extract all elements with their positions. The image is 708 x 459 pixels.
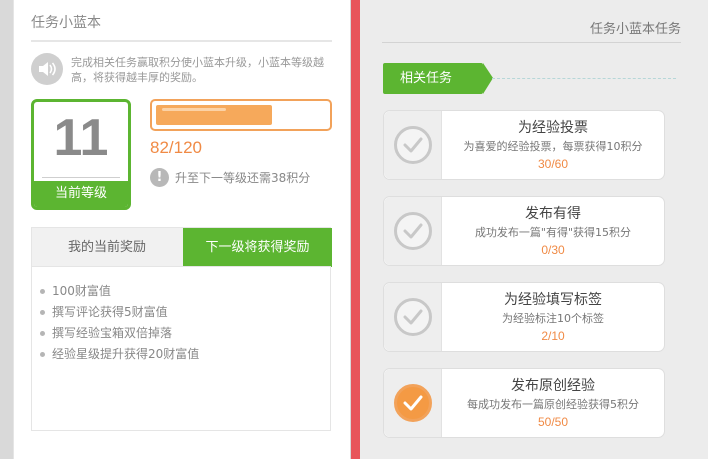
list-item: 经验星级提升获得20财富值 (40, 344, 330, 365)
reward-list: 100财富值 撰写评论获得5财富值 撰写经验宝箱双倍掉落 经验星级提升获得20财… (31, 266, 331, 431)
task-desc: 每成功发布一篇原创经验获得5积分 (467, 398, 639, 411)
title-divider (382, 42, 681, 43)
bullet-icon (40, 352, 45, 357)
exclamation-icon: ! (150, 168, 169, 187)
task-card[interactable]: 发布有得 成功发布一篇"有得"获得15积分 0/30 (383, 196, 665, 266)
task-title: 发布有得 (525, 206, 581, 222)
level-label: 当前等级 (34, 181, 128, 207)
list-item: 100财富值 (40, 281, 330, 302)
check-done-icon (393, 384, 432, 422)
right-panel: 任务小蓝本任务 相关任务 为经验投票 为喜爱的经验投票，每票获得10积分 30/… (360, 0, 708, 459)
speaker-icon (31, 53, 63, 85)
reward-text: 撰写经验宝箱双倍掉落 (52, 326, 173, 340)
title-divider (31, 40, 332, 42)
task-desc: 为喜爱的经验投票，每票获得10积分 (463, 140, 643, 153)
intro-text: 完成相关任务赢取积分使小蓝本升级，小蓝本等级越高，将获得越丰厚的奖励。 (71, 56, 324, 84)
task-status (384, 197, 442, 265)
task-desc: 成功发布一篇"有得"获得15积分 (474, 226, 632, 239)
progress-fill (156, 105, 273, 125)
bullet-icon (40, 289, 45, 294)
progress-shine (162, 108, 226, 111)
left-panel-title: 任务小蓝本 (31, 15, 101, 31)
reward-text: 撰写评论获得5财富值 (52, 305, 168, 319)
level-number: 11 (53, 109, 109, 167)
bullet-icon (40, 331, 45, 336)
reward-tabs: 我的当前奖励 下一级将获得奖励 (31, 227, 332, 273)
progress-value: 82/120 (150, 138, 202, 157)
list-item: 撰写评论获得5财富值 (40, 302, 330, 323)
check-icon (393, 298, 432, 336)
tab-next-label: 下一级将获得奖励 (205, 240, 310, 255)
bullet-icon (40, 310, 45, 315)
reward-text: 100财富值 (52, 284, 111, 298)
upgrade-hint: 升至下一等级还需38积分 (175, 171, 311, 185)
task-card[interactable]: 为经验填写标签 为经验标注10个标签 2/10 (383, 282, 665, 352)
reward-text: 经验星级提升获得20财富值 (52, 347, 200, 361)
check-icon (393, 126, 432, 164)
related-tasks-ribbon: 相关任务 (383, 63, 493, 94)
task-status (384, 111, 442, 179)
level-progress-bar (150, 99, 332, 131)
left-panel: 任务小蓝本 完成相关任务赢取积分使小蓝本升级，小蓝本等级越高，将获得越丰厚的奖励… (13, 0, 350, 459)
task-desc: 为经验标注10个标签 (502, 312, 604, 325)
list-item: 撰写经验宝箱双倍掉落 (40, 323, 330, 344)
tab-current-rewards[interactable]: 我的当前奖励 (32, 228, 182, 267)
task-card[interactable]: 发布原创经验 每成功发布一篇原创经验获得5积分 50/50 (383, 368, 665, 438)
task-card[interactable]: 为经验投票 为喜爱的经验投票，每票获得10积分 30/60 (383, 110, 665, 180)
tab-next-level-rewards[interactable]: 下一级将获得奖励 (183, 228, 332, 273)
check-icon (393, 212, 432, 250)
task-count: 0/30 (541, 243, 565, 257)
task-count: 50/50 (537, 415, 569, 429)
task-count: 2/10 (541, 329, 565, 343)
task-status (384, 283, 442, 351)
task-title: 为经验填写标签 (504, 292, 602, 308)
right-panel-title: 任务小蓝本任务 (589, 22, 681, 37)
dashed-divider (492, 78, 676, 79)
level-divider (42, 177, 120, 178)
task-title: 发布原创经验 (511, 378, 595, 394)
task-count: 30/60 (537, 157, 569, 171)
current-level-badge: 11 当前等级 (31, 99, 131, 210)
task-title: 为经验投票 (518, 120, 588, 136)
panel-divider (351, 0, 360, 459)
task-status (384, 369, 442, 437)
